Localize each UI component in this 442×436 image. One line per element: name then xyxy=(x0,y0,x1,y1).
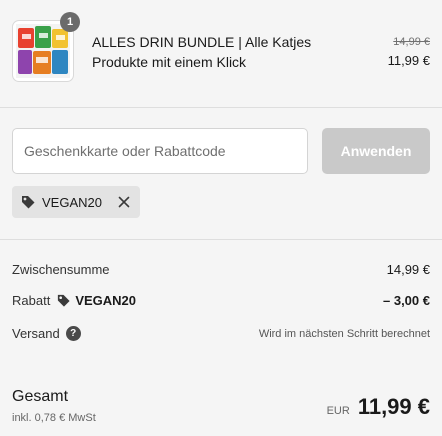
applied-discount-tag: VEGAN20 xyxy=(12,186,140,218)
shipping-row: Versand ? Wird im nächsten Schritt berec… xyxy=(12,326,430,341)
total-amount: 11,99 € xyxy=(357,394,430,419)
tag-icon xyxy=(20,194,36,210)
tax-note: inkl. 0,78 € MwSt xyxy=(12,412,96,424)
discount-code-input[interactable] xyxy=(12,128,308,174)
question-icon[interactable]: ? xyxy=(65,326,81,341)
discount-value: – 3,00 € xyxy=(383,293,430,308)
product-title: ALLES DRIN BUNDLE | Alle Katjes Produkte… xyxy=(92,34,312,70)
product-bundle-image xyxy=(16,24,70,78)
shipping-value: Wird im nächsten Schritt berechnet xyxy=(258,327,430,340)
close-icon[interactable] xyxy=(116,194,132,210)
total-amount-group: EUR 11,99 € xyxy=(327,394,430,420)
line-item: 1 ALLES DRIN BUNDLE | Alle Katjes Produk… xyxy=(12,12,430,84)
divider xyxy=(0,107,442,108)
total-label: Gesamt xyxy=(12,388,69,405)
subtotal-label: Zwischensumme xyxy=(12,262,110,277)
discount-code-inline: VEGAN20 xyxy=(56,293,136,308)
subtotal-value: 14,99 € xyxy=(386,262,430,277)
divider xyxy=(0,239,442,240)
quantity-badge: 1 xyxy=(60,12,80,32)
product-price: 11,99 € xyxy=(387,53,430,68)
shipping-label: Versand xyxy=(12,326,60,341)
subtotal-row: Zwischensumme 14,99 € xyxy=(12,262,430,277)
discount-label-group: Rabatt VEGAN20 xyxy=(12,293,136,308)
discount-row: Rabatt VEGAN20 – 3,00 € xyxy=(12,293,430,308)
original-price: 14,99 € xyxy=(393,36,430,48)
apply-discount-button[interactable]: Anwenden xyxy=(322,128,430,174)
product-thumbnail-wrapper: 1 xyxy=(12,12,80,82)
shipping-label-group: Versand ? xyxy=(12,326,81,341)
price-column: 14,99 € 11,99 € xyxy=(388,34,430,69)
tag-icon xyxy=(58,294,70,307)
applied-code-label: VEGAN20 xyxy=(42,194,102,210)
currency-code: EUR xyxy=(326,405,350,417)
discount-label: Rabatt xyxy=(12,293,51,308)
discount-code-text: VEGAN20 xyxy=(75,293,137,308)
